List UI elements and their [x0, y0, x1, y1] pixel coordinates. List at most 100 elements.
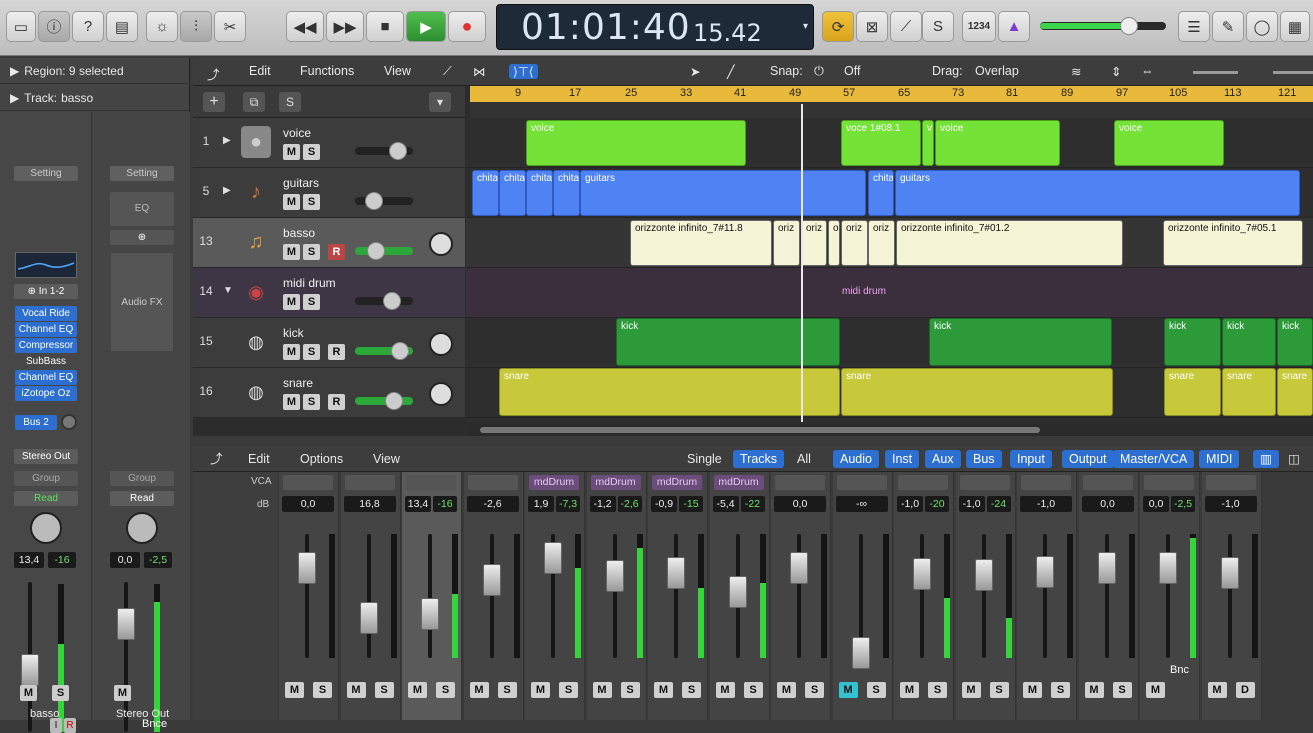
region[interactable]: snare: [1164, 368, 1221, 416]
region[interactable]: snare: [1277, 368, 1313, 416]
volume-fader[interactable]: [790, 552, 808, 584]
mixer-channel[interactable]: mdDrum 1,9 -7,3 M S: [525, 472, 585, 720]
record-enable-button[interactable]: R: [328, 394, 345, 410]
volume-knob[interactable]: [389, 142, 407, 160]
mixer-channel[interactable]: 16,8 M S: [340, 472, 401, 720]
region[interactable]: kick: [929, 318, 1112, 366]
region[interactable]: voce 1#08.1: [841, 120, 921, 166]
back-icon[interactable]: ⤴: [203, 450, 230, 468]
vca-slot[interactable]: [1082, 475, 1133, 490]
rewind-icon[interactable]: ◀◀: [286, 11, 324, 42]
volume-knob[interactable]: [367, 242, 385, 260]
record-enable-button[interactable]: R: [328, 244, 345, 260]
solo-button[interactable]: S: [620, 682, 640, 698]
mixer-channel[interactable]: 0,0 M S: [1078, 472, 1139, 720]
replace-icon[interactable]: ⊠: [856, 11, 888, 42]
volume-knob[interactable]: [383, 292, 401, 310]
track-name[interactable]: midi drum: [283, 276, 336, 290]
link-icon[interactable]: ⊕: [110, 230, 174, 245]
solo-icon[interactable]: S: [922, 11, 954, 42]
mute-button[interactable]: M: [285, 682, 304, 698]
input-monitor-button[interactable]: I: [50, 718, 62, 733]
plugin-slot[interactable]: Vocal Ride: [15, 306, 77, 321]
mute-button[interactable]: M: [283, 294, 300, 310]
region[interactable]: voice: [935, 120, 1060, 166]
region[interactable]: guitars: [580, 170, 866, 216]
solo-button[interactable]: S: [303, 344, 320, 360]
lcd-display[interactable]: 01:01:40 15.42 ▾: [496, 4, 814, 50]
fast-forward-icon[interactable]: ▶▶: [326, 11, 364, 42]
stop-icon[interactable]: ■: [366, 11, 404, 42]
mixer-channel[interactable]: -1,0 -24 M S: [955, 472, 1016, 720]
mute-button[interactable]: M: [408, 682, 427, 698]
vca-slot[interactable]: [283, 475, 333, 490]
master-volume-slider[interactable]: [1040, 17, 1166, 35]
volume-fader[interactable]: [482, 564, 501, 596]
metronome-icon[interactable]: ▲: [998, 11, 1030, 42]
functions-menu[interactable]: Functions: [300, 64, 354, 78]
mute-button[interactable]: M: [469, 682, 489, 698]
volume-fader[interactable]: [1220, 557, 1239, 589]
horizontal-zoom-slider[interactable]: [1273, 71, 1313, 74]
region[interactable]: kick: [1277, 318, 1313, 366]
vca-slot[interactable]: [1205, 475, 1256, 490]
library-icon[interactable]: ▭: [6, 11, 36, 42]
chevron-down-icon[interactable]: ▾: [803, 21, 808, 32]
narrow-channels-icon[interactable]: ▥: [1253, 450, 1279, 468]
mute-button[interactable]: M: [1023, 682, 1042, 698]
region[interactable]: chita: [553, 170, 580, 216]
mixer-channel[interactable]: 0,0 -2,5 M Bnc: [1140, 472, 1200, 720]
region[interactable]: chita: [472, 170, 499, 216]
mute-button[interactable]: M: [283, 394, 300, 410]
disclosure-triangle-icon[interactable]: ▶: [10, 91, 19, 105]
region[interactable]: kick: [616, 318, 840, 366]
mixer-channel[interactable]: 0,0 M S: [279, 472, 339, 720]
solo-button[interactable]: S: [52, 685, 69, 701]
mixer-channel[interactable]: 13,4 -16 M S: [402, 472, 462, 720]
loop-browser-icon[interactable]: ◯: [1246, 11, 1278, 42]
flex-icon[interactable]: ⋈: [473, 64, 486, 79]
tuner-icon[interactable]: ⟋: [890, 11, 922, 42]
master-volume-knob[interactable]: [1120, 17, 1138, 35]
mixer-options-menu[interactable]: Options: [293, 450, 350, 468]
automation-mode[interactable]: Read: [14, 491, 78, 506]
region[interactable]: snare: [499, 368, 840, 416]
mute-button[interactable]: M: [838, 682, 858, 698]
solo-button[interactable]: S: [374, 682, 394, 698]
region[interactable]: oriz: [841, 220, 868, 266]
region[interactable]: chita: [526, 170, 553, 216]
mixer-icon[interactable]: ⫶: [180, 11, 212, 42]
setting-button[interactable]: Setting: [110, 166, 174, 181]
smart-controls-icon[interactable]: ☼: [146, 11, 178, 42]
region[interactable]: chita: [499, 170, 526, 216]
solo-button[interactable]: S: [303, 194, 320, 210]
group-slot[interactable]: Group: [110, 471, 174, 486]
vca-slot[interactable]: [775, 475, 825, 490]
track-volume-slider[interactable]: [355, 342, 413, 360]
mute-button[interactable]: M: [283, 194, 300, 210]
mixer-channel[interactable]: -2,6 M S: [463, 472, 524, 720]
region[interactable]: kick: [1222, 318, 1276, 366]
track-header-kick[interactable]: 15 ◍ kick M S R: [193, 318, 465, 368]
audio-fx-slot[interactable]: Audio FX: [110, 252, 174, 352]
pan-knob[interactable]: [30, 512, 62, 544]
editors-icon[interactable]: ✂: [214, 11, 246, 42]
region[interactable]: guitars: [895, 170, 1300, 216]
mixer-channel[interactable]: mdDrum -0,9 -15 M S: [648, 472, 708, 720]
filter-midi[interactable]: MIDI: [1199, 450, 1240, 468]
ruler[interactable]: 9 17 25 33 41 49 57 65 73 81 89 97 105 1…: [470, 86, 1313, 102]
plugin-slot[interactable]: Channel EQ: [15, 370, 77, 385]
filter-master-vca[interactable]: Master/VCA: [1113, 450, 1195, 468]
filter-bus[interactable]: Bus: [966, 450, 1002, 468]
volume-fader[interactable]: [1036, 556, 1054, 588]
collapse-icon[interactable]: ▾: [429, 92, 451, 112]
setting-button[interactable]: Setting: [14, 166, 78, 181]
mute-button[interactable]: M: [283, 244, 300, 260]
volume-fader[interactable]: [974, 559, 993, 591]
track-volume-slider[interactable]: [355, 142, 413, 160]
vca-slot[interactable]: [959, 475, 1010, 490]
pan-knob[interactable]: [429, 332, 453, 356]
track-header-guitars[interactable]: 5 ▶ ♪ guitars M S: [193, 168, 465, 218]
vca-slot[interactable]: [344, 475, 395, 490]
mute-button[interactable]: M: [283, 144, 300, 160]
